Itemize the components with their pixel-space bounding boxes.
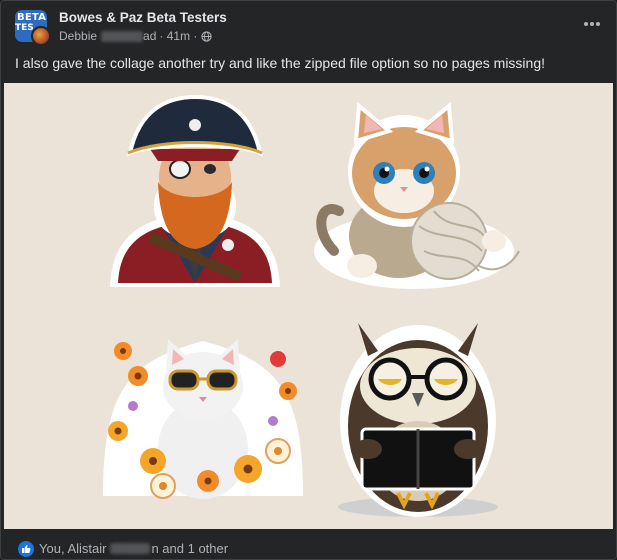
post-header: BETA TES Bowes & Paz Beta Testers Debbie… [15, 10, 606, 46]
author-name-suffix[interactable]: ad [143, 29, 156, 43]
post-footer: You, Alistair n and 1 other [1, 531, 616, 559]
post-image[interactable] [4, 83, 613, 529]
post-message: I also gave the collage another try and … [15, 55, 545, 71]
like-icon[interactable] [18, 541, 34, 557]
thumbs-up-icon [22, 545, 31, 553]
pirate-sticker [110, 94, 280, 287]
reactions-suffix: n and 1 other [151, 541, 229, 556]
redacted-author-surname [101, 30, 144, 42]
reactions-prefix: You, Alistair [39, 541, 107, 556]
author-avatar[interactable] [31, 26, 51, 46]
cat-with-sunglasses-sticker [103, 339, 303, 499]
author-name[interactable]: Debbie [59, 29, 97, 43]
group-name-link[interactable]: Bowes & Paz Beta Testers [59, 10, 227, 25]
more-options-icon [584, 22, 600, 26]
group-avatar[interactable]: BETA TES [15, 10, 51, 46]
kitten-with-yarn-sticker [314, 102, 520, 289]
post-timestamp[interactable]: · 41m · [159, 29, 197, 43]
post-card: BETA TES Bowes & Paz Beta Testers Debbie… [0, 0, 617, 560]
more-options-button[interactable] [582, 14, 602, 34]
globe-icon [201, 30, 213, 42]
owl-reading-book-sticker [338, 323, 498, 517]
post-meta: Debbie ad · 41m · [59, 29, 213, 43]
avatar-text-top: BETA [17, 12, 47, 23]
redacted-reactor-surname [110, 543, 151, 554]
reactions-summary[interactable]: You, Alistair n and 1 other [39, 541, 228, 556]
